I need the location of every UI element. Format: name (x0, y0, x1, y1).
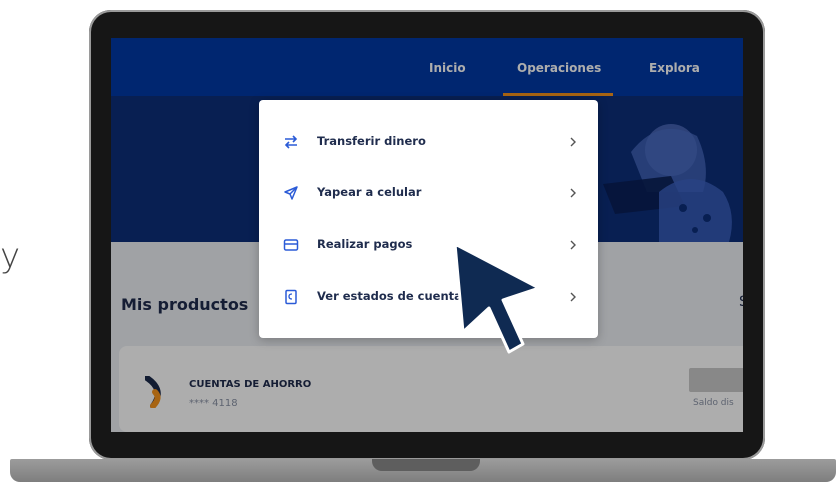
laptop-notch (372, 459, 480, 471)
transfer-arrows-icon (284, 135, 298, 149)
send-paper-plane-icon (284, 186, 298, 200)
menu-item-transferir[interactable]: Transferir dinero (259, 122, 598, 162)
menu-item-pagos[interactable]: Realizar pagos (259, 225, 598, 265)
menu-item-yapear[interactable]: Yapear a celular (259, 173, 598, 213)
side-letter: y (0, 236, 21, 276)
menu-item-label: Yapear a celular (317, 185, 422, 199)
operaciones-dropdown: Transferir dinero Yapear a celular Reali… (259, 100, 598, 338)
chevron-right-icon (570, 188, 576, 198)
document-icon (285, 289, 297, 305)
laptop-screen: Inicio Operaciones Explora Mis productos… (111, 38, 743, 432)
mouse-pointer-icon (453, 242, 541, 354)
chevron-right-icon (570, 292, 576, 302)
menu-item-label: Realizar pagos (317, 237, 413, 251)
menu-item-label: Transferir dinero (317, 134, 426, 148)
chevron-right-icon (570, 240, 576, 250)
menu-item-label: Ver estados de cuenta (317, 289, 462, 303)
menu-item-estados[interactable]: Ver estados de cuenta (259, 277, 598, 317)
chevron-right-icon (570, 137, 576, 147)
card-icon (283, 239, 299, 251)
